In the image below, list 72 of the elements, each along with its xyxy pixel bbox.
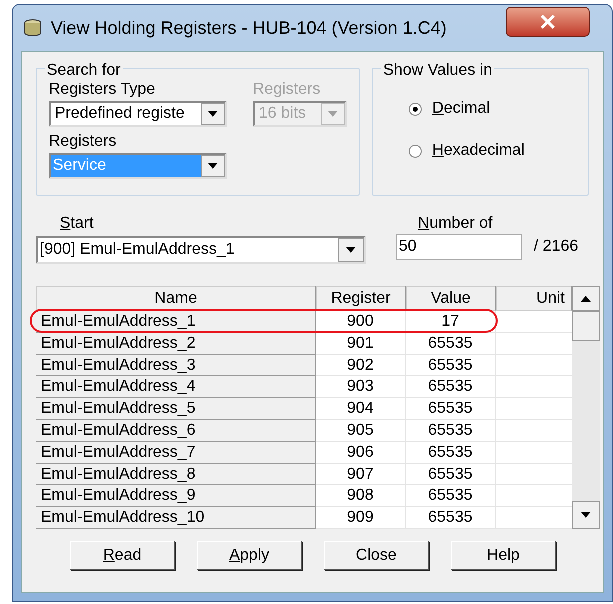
table-cell: Emul-EmulAddress_4 xyxy=(36,376,316,398)
cylinder-icon xyxy=(23,18,43,38)
table-cell: Emul-EmulAddress_7 xyxy=(36,442,316,464)
field-label: Number of xyxy=(417,214,494,234)
dialog-button[interactable]: Close xyxy=(324,541,429,570)
table-cell: 908 xyxy=(316,485,406,508)
column-header[interactable]: Unit xyxy=(496,286,572,311)
dialog-button[interactable]: Read xyxy=(70,541,175,570)
table-cell: Emul-EmulAddress_9 xyxy=(36,485,316,508)
close-button[interactable] xyxy=(506,7,590,37)
scroll-down-button[interactable] xyxy=(572,501,600,529)
up-arrow-icon xyxy=(581,296,591,302)
down-arrow-icon xyxy=(581,512,591,518)
table-cell: 907 xyxy=(316,464,406,486)
radio-option[interactable]: Hexadecimal xyxy=(409,139,525,163)
table-cell: 65535 xyxy=(406,507,496,529)
scroll-up-button[interactable] xyxy=(572,286,600,311)
table-cell: 904 xyxy=(316,398,406,420)
table-cell: 903 xyxy=(316,376,406,398)
dialog-button[interactable]: Help xyxy=(451,541,556,570)
registers-type-combo[interactable]: Predefined registe xyxy=(49,101,227,127)
table-cell: 900 xyxy=(316,311,406,333)
column-header[interactable]: Name xyxy=(36,286,316,311)
combo-value: 16 bits xyxy=(258,104,308,124)
caret-icon xyxy=(346,247,356,253)
table-cell: Emul-EmulAddress_10 xyxy=(36,507,316,529)
caret-icon xyxy=(328,111,338,117)
combo-value: Service xyxy=(51,155,201,177)
table-cell: Emul-EmulAddress_8 xyxy=(36,464,316,486)
table-cell: 901 xyxy=(316,332,406,355)
table-cell: Emul-EmulAddress_6 xyxy=(36,420,316,442)
column-header[interactable]: Value xyxy=(406,286,496,311)
table-cell: 65535 xyxy=(406,332,496,355)
dropdown-button[interactable] xyxy=(338,238,364,262)
table-cell: 65535 xyxy=(406,376,496,398)
table-cell: Emul-EmulAddress_3 xyxy=(36,354,316,376)
table-cell: 65535 xyxy=(406,464,496,486)
table-cell: Emul-EmulAddress_1 xyxy=(36,311,316,333)
table-cell: 65535 xyxy=(406,485,496,508)
table-cell: 902 xyxy=(316,354,406,376)
combo-value: Predefined registe xyxy=(54,104,186,124)
total-count: / 2166 xyxy=(534,237,578,257)
start-combo[interactable]: [900] Emul-EmulAddress_1 xyxy=(36,236,366,264)
vertical-scrollbar[interactable] xyxy=(572,286,600,529)
dropdown-button[interactable] xyxy=(201,103,225,125)
close-icon xyxy=(540,15,556,29)
table-cell: 65535 xyxy=(406,420,496,442)
window-title: View Holding Registers - HUB-104 (Version 1.C4) xyxy=(51,16,447,40)
radio-option[interactable]: Decimal xyxy=(409,97,490,121)
table-cell: 65535 xyxy=(406,354,496,376)
table-cell: 909 xyxy=(316,507,406,529)
table-cell: 17 xyxy=(406,311,496,333)
table-cell: 65535 xyxy=(406,442,496,464)
column-header[interactable]: Register xyxy=(316,286,406,311)
dropdown-button[interactable] xyxy=(201,155,225,177)
field-label: Registers xyxy=(253,81,322,99)
field-label: Registers Type xyxy=(49,81,156,99)
field-label: Registers xyxy=(49,133,118,151)
dialog-button[interactable]: Apply xyxy=(197,541,302,570)
table-cell: 906 xyxy=(316,442,406,464)
radio-button[interactable] xyxy=(409,144,422,158)
table-cell: Emul-EmulAddress_2 xyxy=(36,332,316,355)
combo-value: [900] Emul-EmulAddress_1 xyxy=(39,240,236,260)
scroll-thumb[interactable] xyxy=(572,311,600,341)
table-cell: 905 xyxy=(316,420,406,442)
table-cell: Emul-EmulAddress_5 xyxy=(36,398,316,420)
field-label: Start xyxy=(59,214,95,234)
number-of-field[interactable]: 50 xyxy=(396,234,522,260)
table-cell: 65535 xyxy=(406,398,496,420)
radio-button[interactable] xyxy=(409,102,422,116)
caret-icon xyxy=(208,163,218,169)
caret-icon xyxy=(208,111,218,117)
